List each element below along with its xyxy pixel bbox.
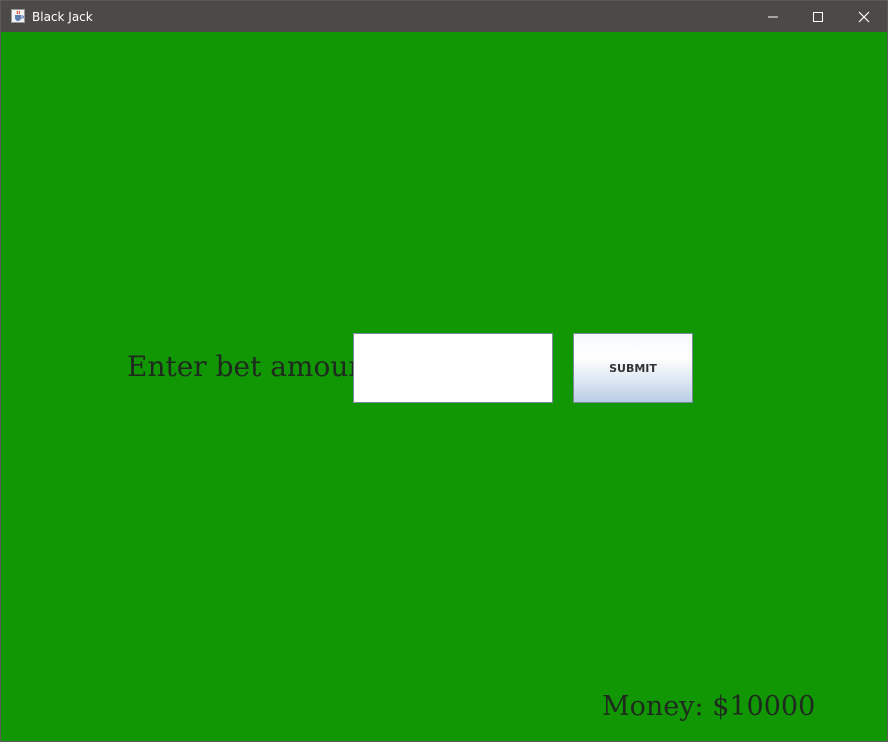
close-icon xyxy=(858,11,870,23)
game-window: Black Jack Enter bet amount: SUBMIT Mone… xyxy=(0,0,888,742)
money-balance: Money: $10000 xyxy=(602,691,816,722)
close-button[interactable] xyxy=(841,1,887,32)
title-bar[interactable]: Black Jack xyxy=(1,1,887,32)
java-cup-icon xyxy=(11,9,25,23)
table-panel: Enter bet amount: SUBMIT Money: $10000 xyxy=(1,32,887,741)
minimize-button[interactable] xyxy=(750,1,796,32)
maximize-button[interactable] xyxy=(795,1,841,32)
submit-button[interactable]: SUBMIT xyxy=(573,333,693,403)
window-title: Black Jack xyxy=(32,10,93,24)
bet-amount-input[interactable] xyxy=(353,333,553,403)
minimize-icon xyxy=(768,16,778,18)
maximize-icon xyxy=(813,12,823,22)
bet-amount-label: Enter bet amount: xyxy=(127,350,388,383)
